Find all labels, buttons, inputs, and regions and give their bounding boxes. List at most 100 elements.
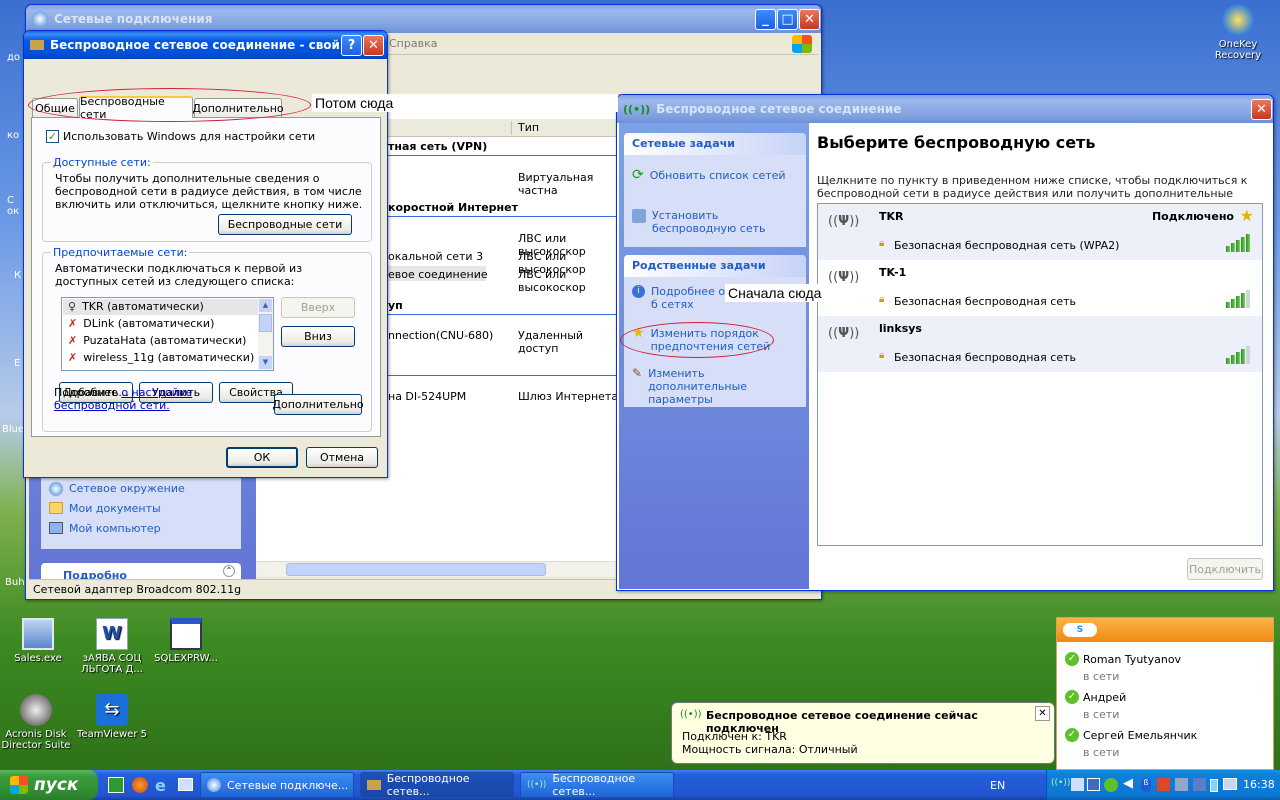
learn-more-text: Подробнее о настройке беспроводной сети. — [54, 386, 193, 412]
network-card-icon — [30, 40, 44, 50]
ie-icon[interactable]: e — [155, 776, 166, 795]
tray-battery-icon[interactable] — [1210, 779, 1218, 792]
panel-header[interactable]: Сетевые задачи — [624, 133, 806, 155]
scroll-down-arrow-icon[interactable]: ▼ — [259, 356, 272, 369]
move-up-button[interactable]: Вверх — [281, 297, 355, 318]
tray-bluetooth-icon[interactable]: ß — [1141, 778, 1151, 792]
available-networks-group: Доступные сети: Чтобы получить дополните… — [42, 156, 372, 242]
teamviewer-icon: ⇆ — [96, 694, 128, 726]
wireless-networks-button[interactable]: Беспроводные сети — [218, 214, 352, 235]
list-item[interactable]: ✗ PuzataHata (автоматически) — [68, 334, 246, 347]
tray-app-icon[interactable] — [1087, 778, 1100, 791]
tray-monitor-icon[interactable] — [1223, 778, 1237, 790]
maximize-button[interactable]: □ — [777, 9, 798, 30]
connect-button[interactable]: Подключить — [1187, 558, 1263, 580]
scrollbar-thumb[interactable] — [259, 314, 272, 332]
window-title: Сетевые подключения — [54, 12, 213, 26]
edge-label: К — [14, 270, 22, 281]
desktop-icon-onekey[interactable]: OneKey Recovery — [1198, 4, 1278, 61]
checkbox-checked-icon[interactable]: ✓ — [46, 130, 59, 143]
taskbar-button-wireless[interactable]: ((•)) Беспроводное сетев... — [520, 772, 674, 798]
skype-contacts-popup[interactable]: S ✓ Roman Tyutyanov в сети ✓ Андрей в се… — [1056, 617, 1274, 770]
signal-bar — [1241, 237, 1245, 252]
tray-wireless-icon[interactable]: ((•)) — [1051, 778, 1070, 788]
list-scrollbar[interactable]: ▲ ▼ — [258, 298, 273, 370]
connection-name[interactable]: окальной сети 3 — [388, 250, 483, 263]
balloon-close-icon[interactable]: ✕ — [1035, 706, 1050, 721]
network-row-tk1[interactable]: ((Ψ)) TK-1 🔒︎ Безопасная беспроводная се… — [818, 260, 1262, 316]
connection-name[interactable]: на DI-524UPM — [388, 390, 466, 403]
help-button[interactable]: ? — [341, 35, 362, 56]
title-bar[interactable]: ((•)) Беспроводное сетевое соединение — [617, 95, 1273, 123]
signal-bar — [1226, 358, 1230, 364]
balloon-notification[interactable]: ((•)) Беспроводное сетевое соединение се… — [671, 702, 1055, 764]
desktop-icon-teamviewer[interactable]: ⇆ TeamViewer 5 — [72, 694, 152, 740]
taskbar-button-properties[interactable]: Беспроводное сетев... — [360, 772, 514, 798]
ok-button[interactable]: ОК — [226, 447, 298, 468]
menu-help[interactable]: Справка — [389, 37, 437, 50]
connection-name[interactable]: nnection(CNU-680) — [388, 329, 493, 342]
wireless-icon: ((•)) — [623, 102, 651, 116]
other-place-network[interactable]: Сетевое окружение — [49, 482, 185, 496]
change-advanced-settings[interactable]: ✎ Изменить дополнительные параметры — [632, 367, 802, 407]
skype-logo-icon: S — [1063, 623, 1097, 637]
tray-volume-icon[interactable]: ◀︎ — [1123, 776, 1133, 791]
title-bar[interactable]: Беспроводное сетевое соединение - свой..… — [24, 31, 387, 59]
connection-type: Удаленный доступ — [518, 329, 584, 355]
network-security: Безопасная беспроводная сеть — [894, 351, 1076, 364]
lock-icon: 🔒︎ — [879, 350, 885, 361]
cancel-button[interactable]: Отмена — [306, 447, 378, 468]
window-title: Беспроводное сетевое соединение - свой..… — [50, 38, 354, 52]
network-security: Безопасная беспроводная сеть — [894, 295, 1076, 308]
horizontal-scrollbar[interactable] — [256, 561, 619, 577]
close-button[interactable]: ✕ — [799, 9, 820, 30]
connection-name[interactable]: евое соединение — [388, 268, 488, 281]
quicklaunch-app-icon[interactable] — [108, 777, 124, 793]
language-indicator[interactable]: EN — [990, 779, 1005, 792]
network-icon — [207, 778, 221, 792]
firefox-icon[interactable] — [132, 777, 148, 793]
minimize-button[interactable]: _ — [755, 9, 776, 30]
refresh-network-list[interactable]: ⟳ Обновить список сетей — [632, 168, 786, 182]
panel-header[interactable]: Родственные задачи — [624, 255, 806, 277]
preferred-network-list[interactable]: ♀ TKR (автоматически) ✗ DLink (автоматичес… — [61, 297, 274, 371]
setup-wireless-network[interactable]: Установить беспроводную сеть — [632, 209, 802, 235]
tab-wireless-networks[interactable]: Беспроводные сети — [79, 95, 193, 121]
desktop-icon-acronis[interactable]: Acronis Disk Director Suite — [0, 694, 76, 751]
desktop-icon-word-doc[interactable]: W зАЯВА СОЦ ЛЬГОТА Д... — [72, 618, 152, 675]
list-item[interactable]: ✗ DLink (автоматически) — [68, 317, 214, 330]
advanced-button[interactable]: Дополнительно — [272, 394, 364, 415]
title-bar[interactable]: Сетевые подключения — [26, 5, 821, 33]
list-item[interactable]: ♀ TKR (автоматически) — [68, 300, 204, 313]
edge-label: до — [7, 52, 21, 63]
scrollbar-thumb[interactable] — [286, 563, 546, 576]
tray-display-icon[interactable] — [1175, 778, 1188, 791]
tray-security-icon[interactable] — [1157, 778, 1170, 791]
signal-bar — [1226, 246, 1230, 252]
chevron-up-icon[interactable]: ⌃ — [223, 565, 235, 577]
tray-skype-icon[interactable] — [1104, 778, 1118, 792]
learn-more-networks[interactable]: i Подробнее о б сетях — [632, 285, 732, 311]
start-button[interactable]: пуск — [0, 770, 98, 800]
move-down-button[interactable]: Вниз — [281, 326, 355, 347]
other-place-computer[interactable]: Мой компьютер — [49, 522, 161, 535]
list-item[interactable]: ✗ wireless_11g (автоматически) — [68, 351, 254, 364]
use-windows-checkbox[interactable]: ✓ Использовать Windows для настройки сет… — [46, 130, 315, 143]
available-description: Чтобы получить дополнительные сведения о… — [55, 172, 363, 211]
clock[interactable]: 16:38 — [1243, 778, 1275, 791]
close-button[interactable]: ✕ — [1251, 99, 1272, 120]
other-place-documents[interactable]: Мои документы — [49, 502, 161, 515]
skype-header: S — [1057, 618, 1273, 642]
taskbar-button-network[interactable]: Сетевые подключе... — [200, 772, 354, 798]
network-row-tkr[interactable]: ((Ψ)) TKR Подключено ★ 🔒︎ Безопасная бес… — [818, 204, 1262, 260]
close-button[interactable]: ✕ — [363, 35, 384, 56]
network-list[interactable]: ((Ψ)) TKR Подключено ★ 🔒︎ Безопасная бес… — [817, 203, 1263, 546]
desktop-icon-sqlexpr[interactable]: SQLEXPRW... — [146, 618, 226, 664]
scroll-up-arrow-icon[interactable]: ▲ — [259, 299, 272, 312]
desktop-show-icon[interactable] — [178, 778, 193, 791]
desktop-icon-sales[interactable]: Sales.exe — [0, 618, 78, 664]
tray-app-icon[interactable] — [1193, 778, 1206, 791]
network-row-linksys[interactable]: ((Ψ)) linksys 🔒︎ Безопасная беспроводная… — [818, 316, 1262, 372]
wireless-icon: ((•)) — [680, 709, 702, 720]
tray-network-icon[interactable] — [1071, 778, 1084, 791]
